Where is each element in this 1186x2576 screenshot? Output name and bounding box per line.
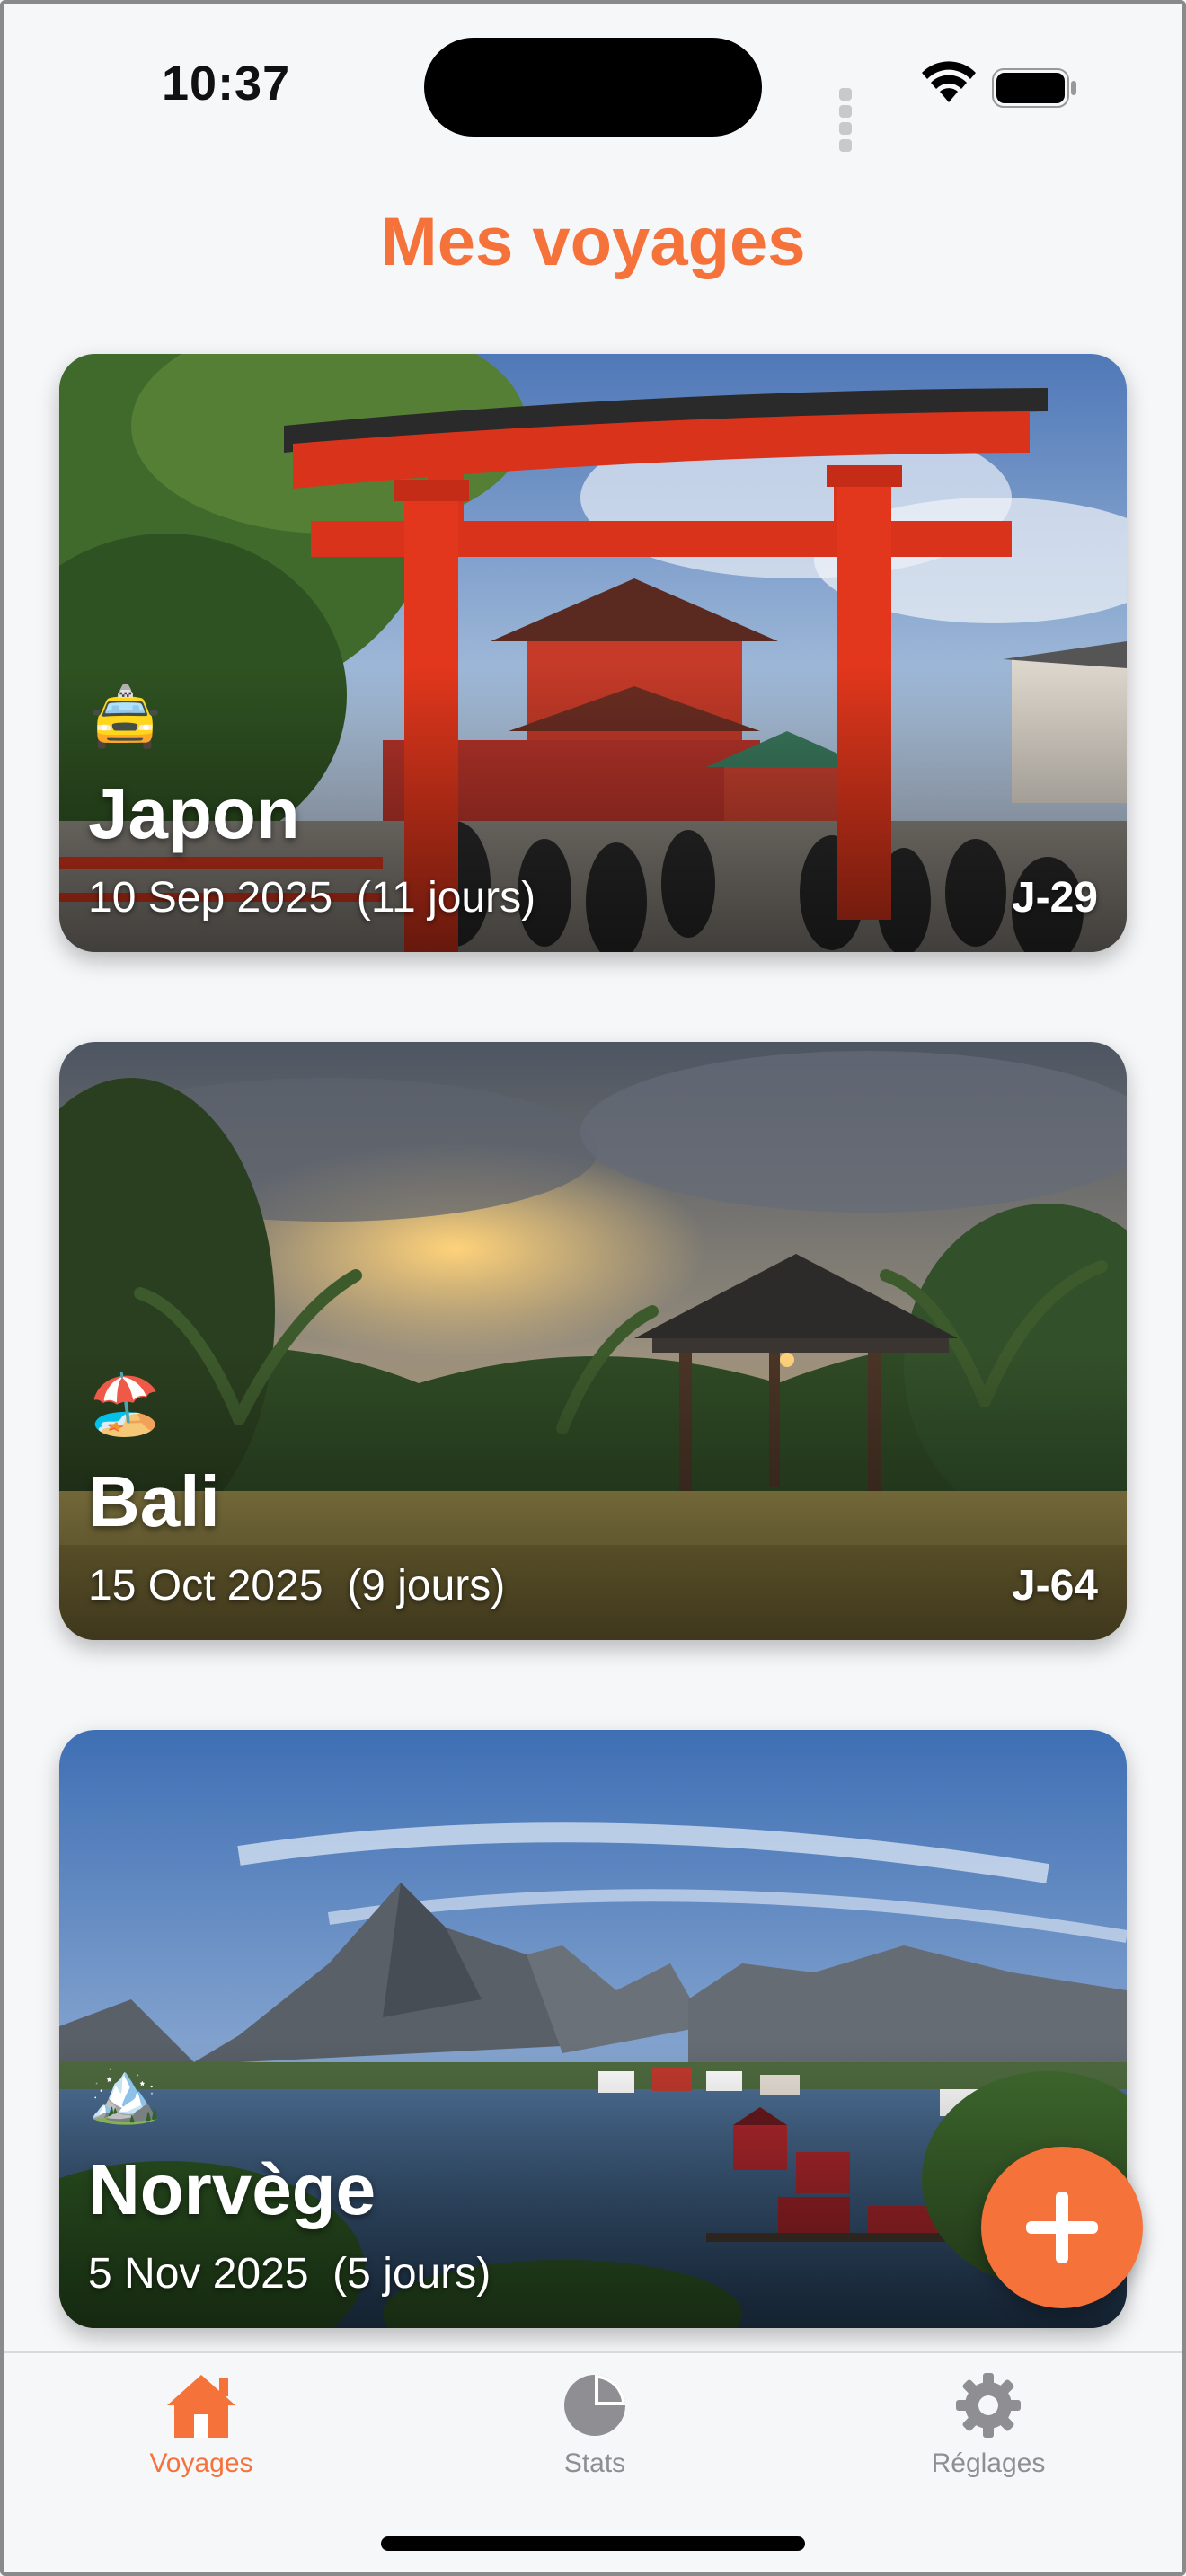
mountain-emoji-icon: 🏔️ [88, 2059, 163, 2125]
gear-icon [956, 2373, 1021, 2438]
trip-title: Norvège [88, 2149, 376, 2229]
battery-icon [992, 68, 1076, 108]
trip-dates: 15 Oct 2025 (9 jours) [88, 1562, 506, 1610]
trip-countdown: J-64 [1011, 1562, 1098, 1610]
trip-title: Japon [88, 773, 300, 853]
dynamic-island [424, 38, 762, 137]
home-icon [167, 2375, 235, 2438]
beach-emoji-icon: 🏖️ [88, 1371, 163, 1437]
page-title: Mes voyages [380, 204, 806, 280]
trip-countdown: J-29 [1011, 874, 1098, 922]
trip-dates: 10 Sep 2025 (11 jours) [88, 874, 536, 922]
tab-label: Réglages [931, 2448, 1046, 2478]
trip-card-norvege[interactable]: 🏔️ Norvège 5 Nov 2025 (5 jours) [59, 1730, 1127, 2328]
tab-voyages[interactable]: Voyages [84, 2371, 318, 2479]
add-trip-button[interactable] [981, 2147, 1143, 2308]
wifi-icon [922, 61, 976, 102]
tab-label: Stats [563, 2448, 626, 2478]
taxi-emoji-icon: 🚖 [88, 683, 163, 749]
tab-label: Voyages [149, 2448, 253, 2478]
pie-chart-icon [564, 2375, 625, 2436]
tab-stats[interactable]: Stats [478, 2371, 712, 2479]
home-indicator[interactable] [381, 2536, 805, 2551]
cellular-signal-icon [839, 88, 857, 156]
trip-card-japon[interactable]: 🚖 Japon 10 Sep 2025 (11 jours) J-29 [59, 354, 1127, 952]
trip-title: Bali [88, 1461, 220, 1541]
status-time: 10:37 [162, 57, 291, 110]
tab-reglages[interactable]: Réglages [872, 2371, 1105, 2479]
trip-card-bali[interactable]: 🏖️ Bali 15 Oct 2025 (9 jours) J-64 [59, 1042, 1127, 1640]
trip-dates: 5 Nov 2025 (5 jours) [88, 2250, 491, 2298]
